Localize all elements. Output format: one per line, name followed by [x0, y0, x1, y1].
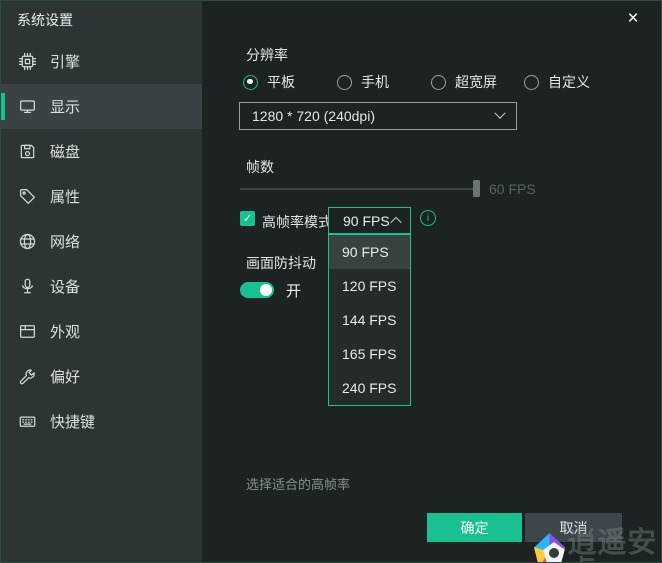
- radio-label: 平板: [267, 72, 295, 92]
- radio-label: 自定义: [548, 72, 590, 92]
- resolution-select[interactable]: 1280 * 720 (240dpi): [239, 102, 517, 130]
- sidebar-item-label: 属性: [50, 186, 80, 207]
- sidebar-item-shortcuts[interactable]: 快捷键: [1, 399, 202, 444]
- radio-dot: [524, 75, 539, 90]
- resolution-label: 分辨率: [246, 45, 288, 65]
- sidebar: 系统设置 引擎 显示 磁盘: [1, 1, 202, 562]
- resolution-select-value: 1280 * 720 (240dpi): [252, 108, 375, 124]
- sidebar-item-label: 网络: [50, 231, 80, 252]
- antishake-label: 画面防抖动: [246, 253, 316, 273]
- wrench-icon: [18, 367, 37, 386]
- framerate-slider-track[interactable]: [240, 188, 480, 190]
- antishake-toggle[interactable]: [240, 282, 274, 298]
- framerate-slider-handle[interactable]: [473, 180, 480, 197]
- sidebar-item-network[interactable]: 网络: [1, 219, 202, 264]
- radio-tablet[interactable]: 平板: [243, 72, 295, 92]
- globe-icon: [18, 232, 37, 251]
- microphone-icon: [18, 277, 37, 296]
- cancel-button[interactable]: 取消: [525, 513, 622, 542]
- info-icon[interactable]: i: [420, 210, 436, 226]
- ok-button[interactable]: 确定: [427, 513, 522, 542]
- fps-option-240[interactable]: 240 FPS: [329, 371, 410, 405]
- keyboard-icon: [18, 412, 37, 431]
- radio-dot: [431, 75, 446, 90]
- close-icon[interactable]: ×: [619, 5, 647, 33]
- radio-ultrawide[interactable]: 超宽屏: [431, 72, 497, 92]
- radio-dot: [337, 75, 352, 90]
- radio-dot: [243, 75, 258, 90]
- monitor-icon: [18, 97, 37, 116]
- sidebar-item-device[interactable]: 设备: [1, 264, 202, 309]
- system-settings-dialog: 系统设置 引擎 显示 磁盘: [0, 0, 662, 563]
- radio-label: 手机: [361, 72, 389, 92]
- high-framerate-label: 高帧率模式: [262, 212, 332, 232]
- sidebar-item-appearance[interactable]: 外观: [1, 309, 202, 354]
- fps-select[interactable]: 90 FPS: [328, 207, 411, 234]
- sidebar-item-label: 快捷键: [50, 411, 95, 432]
- checkmark-icon: ✓: [243, 212, 252, 225]
- fps-select-value: 90 FPS: [343, 213, 390, 229]
- sidebar-item-label: 引擎: [50, 51, 80, 72]
- sidebar-item-display[interactable]: 显示: [1, 84, 202, 129]
- sidebar-item-label: 显示: [50, 96, 80, 117]
- fps-dropdown-list: 90 FPS 120 FPS 144 FPS 165 FPS 240 FPS: [328, 234, 411, 406]
- radio-label: 超宽屏: [455, 72, 497, 92]
- fps-option-144[interactable]: 144 FPS: [329, 303, 410, 337]
- window-title: 系统设置: [17, 10, 73, 30]
- framerate-label: 帧数: [246, 157, 274, 177]
- antishake-state: 开: [286, 280, 301, 301]
- toggle-knob: [260, 284, 272, 296]
- sidebar-item-disk[interactable]: 磁盘: [1, 129, 202, 174]
- framerate-slider-value: 60 FPS: [489, 181, 536, 197]
- fps-option-120[interactable]: 120 FPS: [329, 269, 410, 303]
- sidebar-nav: 引擎 显示 磁盘 属性: [1, 39, 202, 444]
- sidebar-item-engine[interactable]: 引擎: [1, 39, 202, 84]
- chevron-up-icon: [390, 216, 401, 227]
- sidebar-item-label: 偏好: [50, 366, 80, 387]
- window-icon: [18, 322, 37, 341]
- tag-icon: [18, 187, 37, 206]
- sidebar-item-preferences[interactable]: 偏好: [1, 354, 202, 399]
- fps-option-90[interactable]: 90 FPS: [329, 235, 410, 269]
- chip-icon: [18, 52, 37, 71]
- footer-hint: 选择适合的高帧率: [246, 474, 350, 493]
- sidebar-item-label: 设备: [50, 276, 80, 297]
- fps-option-165[interactable]: 165 FPS: [329, 337, 410, 371]
- high-framerate-checkbox[interactable]: ✓: [240, 211, 255, 226]
- sidebar-item-label: 磁盘: [50, 141, 80, 162]
- disk-icon: [18, 142, 37, 161]
- radio-phone[interactable]: 手机: [337, 72, 389, 92]
- chevron-down-icon: [494, 108, 505, 119]
- sidebar-item-label: 外观: [50, 321, 80, 342]
- radio-custom[interactable]: 自定义: [524, 72, 590, 92]
- sidebar-item-properties[interactable]: 属性: [1, 174, 202, 219]
